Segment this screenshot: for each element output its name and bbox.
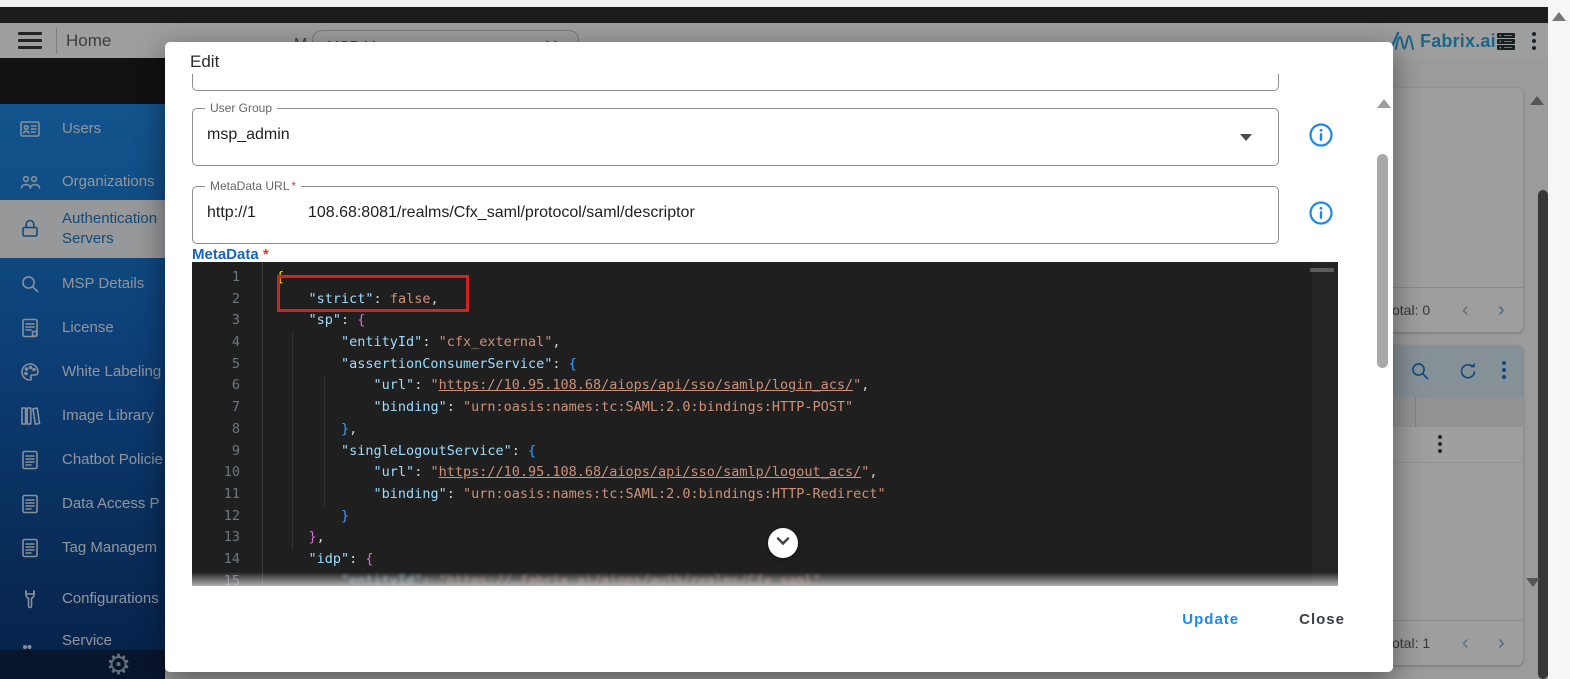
user-group-label: User Group xyxy=(205,101,277,115)
code-line-10: "url": "https://10.95.108.68/aiops/api/s… xyxy=(276,462,886,484)
info-icon[interactable] xyxy=(1308,200,1334,226)
scroll-down-button[interactable] xyxy=(768,528,798,558)
close-button[interactable]: Close xyxy=(1293,610,1351,629)
browser-top-strip xyxy=(0,0,1570,7)
code-line-12: } xyxy=(276,506,886,528)
dialog-scrollbar-thumb[interactable] xyxy=(1377,154,1388,368)
code-line-3: "sp": { xyxy=(276,310,886,332)
editor-line-numbers: 123456789101112131415 xyxy=(192,267,262,586)
minimap-slider[interactable] xyxy=(1310,268,1334,272)
metadata-url-label: MetaData URL* xyxy=(205,179,301,193)
editor-minimap xyxy=(1312,262,1338,586)
chevron-down-icon xyxy=(775,533,791,553)
code-line-5: "assertionConsumerService": { xyxy=(276,354,886,376)
strict-false-highlight-box xyxy=(277,275,469,312)
user-group-value: msp_admin xyxy=(207,126,290,144)
page-scroll-up-icon[interactable] xyxy=(1552,12,1566,21)
code-line-9: "singleLogoutService": { xyxy=(276,441,886,463)
scrolled-field-remnant xyxy=(192,74,1279,91)
update-button[interactable]: Update xyxy=(1176,610,1245,629)
editor-bottom-fade xyxy=(192,572,1338,586)
dialog-footer: Update Close xyxy=(1176,610,1351,629)
code-line-11: "binding": "urn:oasis:names:tc:SAML:2.0:… xyxy=(276,484,886,506)
dropdown-caret-icon[interactable] xyxy=(1240,134,1252,141)
code-line-7: "binding": "urn:oasis:names:tc:SAML:2.0:… xyxy=(276,397,886,419)
code-line-8: }, xyxy=(276,419,886,441)
user-group-select[interactable]: User Group msp_admin xyxy=(192,108,1279,166)
code-line-6: "url": "https://10.95.108.68/aiops/api/s… xyxy=(276,375,886,397)
code-line-4: "entityId": "cfx_external", xyxy=(276,332,886,354)
info-icon[interactable] xyxy=(1308,122,1334,148)
metadata-code-editor[interactable]: 123456789101112131415 { "strict": false,… xyxy=(192,262,1338,586)
page-scrollbar[interactable] xyxy=(1548,0,1570,679)
redacted-patch xyxy=(256,205,308,221)
metadata-url-input[interactable]: MetaData URL* http://1108.68:8081/realms… xyxy=(192,186,1279,244)
metadata-section-label: MetaData * xyxy=(192,246,269,263)
dialog-scroll-up-icon[interactable] xyxy=(1377,82,1391,100)
edit-dialog: Edit User Group msp_admin MetaData URL* … xyxy=(165,42,1393,672)
gutter-divider xyxy=(262,262,263,586)
metadata-url-value: http://1108.68:8081/realms/Cfx_saml/prot… xyxy=(207,204,695,222)
app-screenshot: Home M MSP M • M Fabrix.ai UsersOrganiza… xyxy=(0,0,1570,679)
dialog-title: Edit xyxy=(190,52,219,72)
